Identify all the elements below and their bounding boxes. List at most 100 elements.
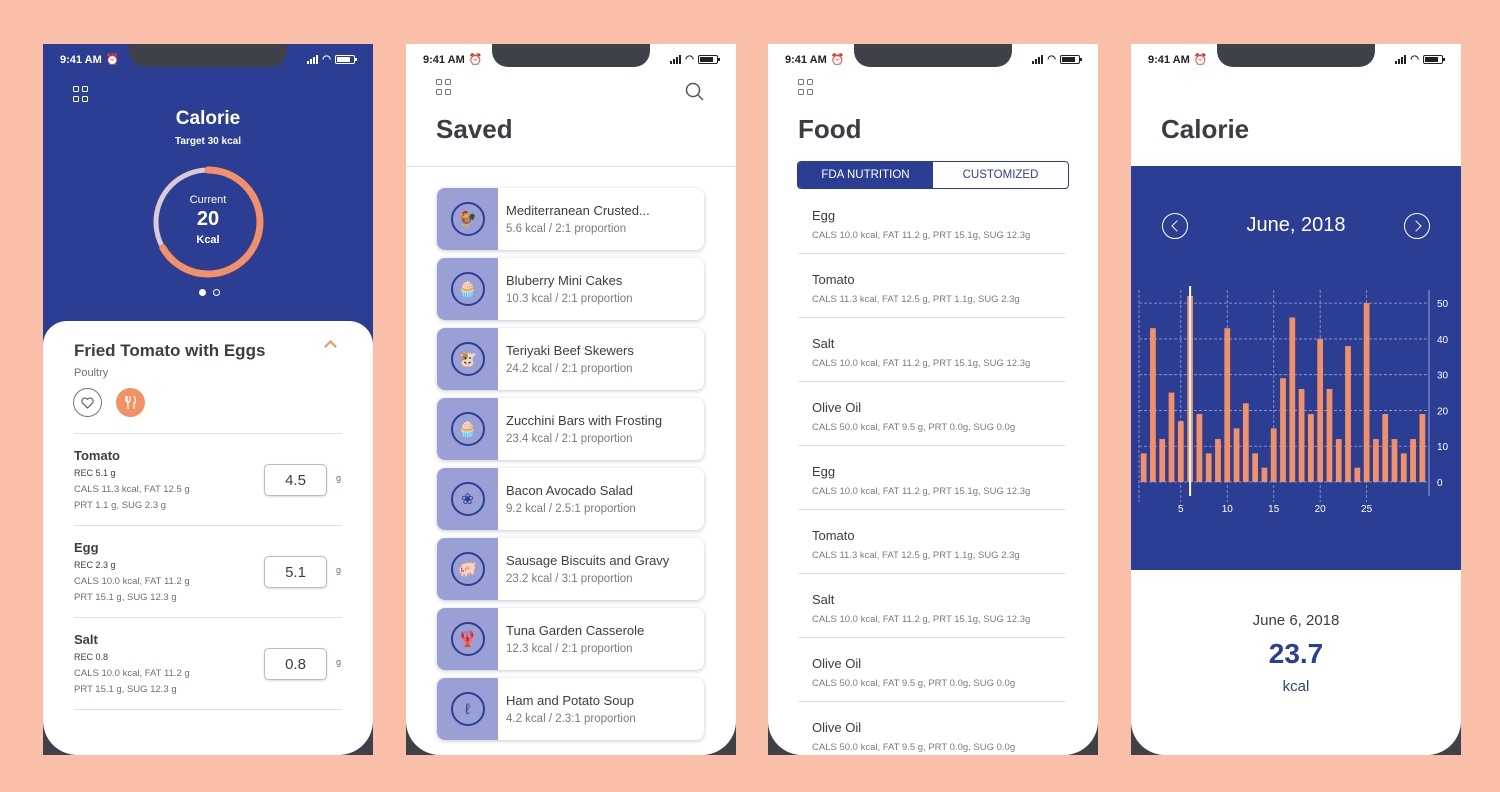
quantity-input[interactable]: 5.1 bbox=[264, 556, 327, 588]
status-bar: 9:41 AM ⏰ ◠ bbox=[768, 52, 1098, 68]
page-title: Saved bbox=[436, 114, 513, 144]
saved-recipe-card[interactable]: 🐮 Teriyaki Beef Skewers 24.2 kcal / 2:1 pr… bbox=[437, 328, 704, 390]
food-item[interactable]: Olive Oil CALS 50.0 kcal, FAT 9.5 g, PRT … bbox=[798, 382, 1066, 446]
wifi-icon: ◠ bbox=[322, 54, 331, 65]
recipe-subtitle: 23.4 kcal / 2:1 proportion bbox=[506, 433, 633, 445]
ingredient-rec: REC 0.8 bbox=[74, 652, 109, 662]
selected-unit: kcal bbox=[1282, 678, 1310, 695]
saved-recipe-card[interactable]: 🧁 Zucchini Bars with Frosting 23.4 kcal / … bbox=[437, 398, 704, 460]
wifi-icon: ◠ bbox=[685, 54, 694, 65]
fork-knife-icon bbox=[124, 395, 136, 409]
food-item[interactable]: Olive Oil CALS 50.0 kcal, FAT 9.5 g, PRT … bbox=[798, 702, 1066, 755]
food-item[interactable]: Olive Oil CALS 50.0 kcal, FAT 9.5 g, PRT … bbox=[798, 638, 1066, 702]
alarm-icon: ⏰ bbox=[1193, 54, 1208, 66]
signal-icon bbox=[670, 55, 682, 64]
divider bbox=[406, 166, 736, 167]
food-item[interactable]: Tomato CALS 11.3 kcal, FAT 12.5 g, PRT 1.… bbox=[798, 510, 1066, 574]
food-item[interactable]: Salt CALS 10.0 kcal, FAT 11.2 g, PRT 15.1… bbox=[798, 574, 1066, 638]
chart-bar bbox=[1196, 414, 1203, 482]
food-item[interactable]: Egg CALS 10.0 kcal, FAT 11.2 g, PRT 15.1g… bbox=[798, 446, 1066, 510]
saved-recipe-card[interactable]: 🐓 Mediterranean Crusted... 5.6 kcal / 2:1 … bbox=[437, 188, 704, 250]
food-item[interactable]: Tomato CALS 11.3 kcal, FAT 12.5 g, PRT 1.… bbox=[798, 254, 1066, 318]
favorite-button[interactable] bbox=[73, 388, 102, 417]
ladle-icon: ℓ bbox=[450, 692, 485, 726]
chart-bar bbox=[1205, 453, 1212, 482]
chart-bar bbox=[1270, 428, 1277, 482]
quantity-input[interactable]: 0.8 bbox=[264, 648, 327, 680]
target-text: Target 30 kcal bbox=[175, 136, 241, 147]
chart-bar bbox=[1233, 428, 1240, 482]
saved-recipe-card[interactable]: ❀ Bacon Avocado Salad 9.2 kcal / 2.5:1 pro… bbox=[437, 468, 704, 530]
saved-recipe-card[interactable]: 🐖 Sausage Biscuits and Gravy 23.2 kcal / 3… bbox=[437, 538, 704, 600]
food-item[interactable]: Egg CALS 10.0 kcal, FAT 11.2 g, PRT 15.1g… bbox=[798, 190, 1066, 254]
page-indicator[interactable] bbox=[199, 289, 220, 296]
menu-grid-icon[interactable] bbox=[73, 86, 89, 102]
chart-bar bbox=[1150, 328, 1156, 482]
recipe-subtitle: 12.3 kcal / 2:1 proportion bbox=[506, 643, 633, 655]
chart-bar bbox=[1140, 453, 1147, 482]
ingredient-nutrition: PRT 1.1 g, SUG 2.3 g bbox=[74, 500, 167, 511]
chart-bar bbox=[1252, 453, 1259, 482]
page-dot[interactable] bbox=[213, 289, 220, 296]
gauge-label: Current 20 Kcal bbox=[148, 194, 268, 246]
recipe-thumb: ℓ bbox=[437, 678, 498, 740]
page-title: Food bbox=[798, 114, 862, 144]
quantity-input[interactable]: 4.5 bbox=[264, 464, 327, 496]
wifi-icon: ◠ bbox=[1410, 54, 1419, 65]
search-icon[interactable] bbox=[685, 82, 704, 101]
x-tick-label: 5 bbox=[1178, 504, 1184, 515]
calorie-screen: 9:41 AM ⏰ ◠ Calorie Target 30 kcal Curren… bbox=[43, 44, 373, 755]
recipe-subtitle: 24.2 kcal / 2:1 proportion bbox=[506, 363, 633, 375]
food-name: Olive Oil bbox=[812, 400, 862, 415]
cupcake-icon: 🧁 bbox=[450, 412, 485, 446]
chart-bar bbox=[1242, 403, 1249, 482]
food-name: Olive Oil bbox=[812, 720, 862, 735]
page-dot-active[interactable] bbox=[199, 289, 206, 296]
alarm-icon: ⏰ bbox=[105, 54, 120, 66]
ingredient-nutrition: CALS 10.0 kcal, FAT 11.2 g bbox=[74, 668, 190, 679]
saved-screen: 9:41 AM ⏰ ◠ Saved 🐓 Mediterranean Crusted.… bbox=[406, 44, 736, 755]
recipe-subtitle: 9.2 kcal / 2.5:1 proportion bbox=[506, 503, 636, 515]
food-nutrition: CALS 10.0 kcal, FAT 11.2 g, PRT 15.1g, S… bbox=[812, 230, 1031, 241]
wifi-icon: ◠ bbox=[1047, 54, 1056, 65]
food-item[interactable]: Salt CALS 10.0 kcal, FAT 11.2 g, PRT 15.1… bbox=[798, 318, 1066, 382]
status-time: 9:41 AM bbox=[785, 53, 827, 66]
chart-bar bbox=[1391, 439, 1398, 482]
next-month-button[interactable] bbox=[1404, 213, 1430, 239]
saved-recipe-card[interactable]: ℓ Ham and Potato Soup 4.2 kcal / 2.3:1 pro… bbox=[437, 678, 704, 740]
battery-icon bbox=[335, 55, 357, 64]
chart-panel: June, 2018 0 10 20 30 40 50 5 10 15 20 25 bbox=[1131, 166, 1461, 570]
y-tick-label: 0 bbox=[1437, 478, 1443, 489]
saved-recipe-card[interactable]: 🦞 Tuna Garden Casserole 12.3 kcal / 2:1 pr… bbox=[437, 608, 704, 670]
tab-customized[interactable]: CUSTOMIZED bbox=[933, 162, 1068, 188]
status-bar: 9:41 AM ⏰ ◠ bbox=[406, 52, 736, 68]
food-nutrition: CALS 11.3 kcal, FAT 12.5 g, PRT 1.1g, SU… bbox=[812, 294, 1020, 305]
ingredient-rec: REC 5.1 g bbox=[74, 468, 116, 478]
recipe-thumb: ❀ bbox=[437, 468, 498, 530]
menu-grid-icon[interactable] bbox=[436, 79, 452, 95]
tab-fda-nutrition[interactable]: FDA NUTRITION bbox=[798, 162, 933, 188]
cook-button[interactable] bbox=[116, 388, 145, 417]
recipe-category: Poultry bbox=[74, 367, 109, 379]
chart-bar bbox=[1363, 303, 1370, 482]
ingredient-row: Tomato REC 5.1 g CALS 11.3 kcal, FAT 12.… bbox=[74, 434, 342, 526]
signal-icon bbox=[1395, 55, 1407, 64]
battery-icon bbox=[698, 55, 720, 64]
menu-grid-icon[interactable] bbox=[798, 79, 814, 95]
ingredient-nutrition: PRT 15.1 g, SUG 12.3 g bbox=[74, 592, 177, 603]
chart-bar bbox=[1307, 414, 1314, 482]
pig-icon: 🐖 bbox=[450, 552, 485, 586]
status-bar: 9:41 AM ⏰ ◠ bbox=[1131, 52, 1461, 68]
calorie-bar-chart[interactable]: 0 10 20 30 40 50 5 10 15 20 25 bbox=[1131, 286, 1461, 536]
food-nutrition: CALS 10.0 kcal, FAT 11.2 g, PRT 15.1g, S… bbox=[812, 358, 1031, 369]
y-tick-label: 30 bbox=[1437, 371, 1449, 382]
chart-bar bbox=[1400, 453, 1407, 482]
food-nutrition: CALS 11.3 kcal, FAT 12.5 g, PRT 1.1g, SU… bbox=[812, 550, 1020, 561]
chevron-up-icon[interactable] bbox=[324, 340, 337, 353]
chart-bar bbox=[1224, 328, 1231, 482]
chart-bar bbox=[1373, 439, 1379, 482]
chart-bar bbox=[1326, 389, 1333, 482]
saved-recipe-card[interactable]: 🧁 Bluberry Mini Cakes 10.3 kcal / 2:1 prop… bbox=[437, 258, 704, 320]
food-nutrition: CALS 50.0 kcal, FAT 9.5 g, PRT 0.0g, SUG… bbox=[812, 422, 1016, 433]
ingredient-nutrition: CALS 11.3 kcal, FAT 12.5 g bbox=[74, 484, 190, 495]
